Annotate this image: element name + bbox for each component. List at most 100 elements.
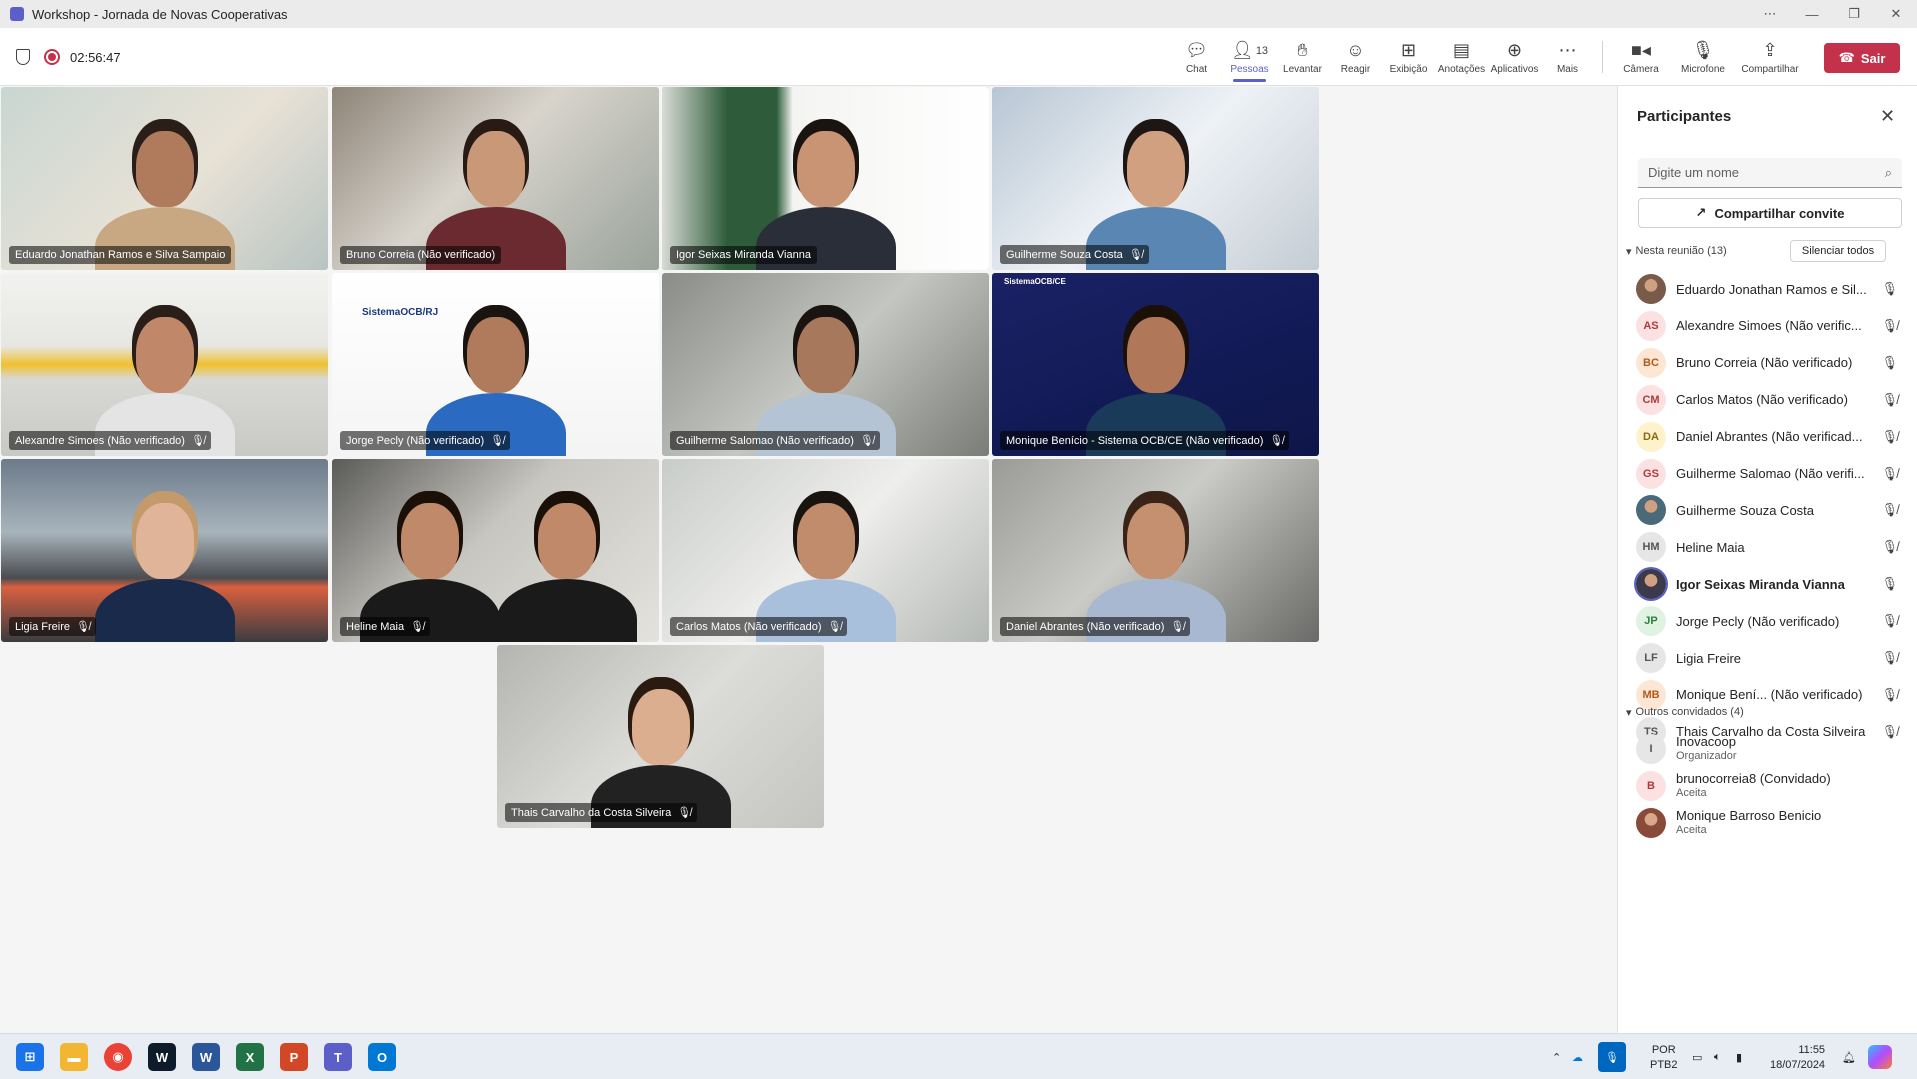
start-icon[interactable]: ⊞ [16,1043,44,1071]
panel-title: Participantes [1637,108,1732,125]
file-explorer-icon[interactable]: ▬ [60,1043,88,1071]
people-button[interactable]: 👤︎ 13 Pessoas [1223,28,1276,86]
in-meeting-section[interactable]: ▾ Nesta reunião (13) [1626,241,1727,261]
participant-row[interactable]: LF Ligia Freire 🎙︎̸ [1636,640,1906,676]
apps-button[interactable]: ⊕ Aplicativos [1488,28,1541,86]
mic-muted-icon: 🎙︎̸ [190,435,205,447]
excel-icon[interactable]: X [236,1043,264,1071]
more-label: Mais [1556,63,1579,75]
react-button[interactable]: ☺ Reagir [1329,28,1382,86]
video-tile[interactable]: Carlos Matos (Não verificado) 🎙︎̸ [662,459,989,642]
video-tile[interactable]: Igor Seixas Miranda Vianna [662,87,989,270]
more-button[interactable]: ⋯ Mais [1541,28,1594,86]
outlook-icon[interactable]: O [368,1043,396,1071]
mic-muted-icon: 🎙︎̸ [677,807,692,819]
invited-row[interactable]: I Inovacoop Organizador [1636,731,1906,767]
video-tile[interactable]: Eduardo Jonathan Ramos e Silva Sampaio [1,87,328,270]
webex-icon[interactable]: W [148,1043,176,1071]
video-tile[interactable]: Alexandre Simoes (Não verificado) 🎙︎̸ [1,273,328,456]
close-panel-icon[interactable]: ✕ [1880,106,1895,127]
mic-muted-icon: 🎙︎̸ [827,621,842,633]
avatar: B [1636,771,1666,801]
video-tile[interactable]: Guilherme Salomao (Não verificado) 🎙︎̸ [662,273,989,456]
participant-row[interactable]: BC Bruno Correia (Não verificado) 🎙︎ [1636,345,1906,381]
participant-video [135,503,194,579]
invited-name: brunocorreia8 (Convidado) [1676,772,1831,786]
search-icon: ⌕ [1884,164,1892,180]
video-tile[interactable]: Heline Maia 🎙︎̸ [332,459,659,642]
participant-list-name: Ligia Freire [1676,650,1742,666]
participant-name-tag: Guilherme Souza Costa 🎙︎̸ [1000,245,1149,264]
mic-muted-icon: 🎙︎̸ [410,621,425,633]
shield-icon[interactable] [16,49,30,65]
participant-list-name: Carlos Matos (Não verificado) [1676,392,1848,408]
video-tile[interactable]: Thais Carvalho da Costa Silveira 🎙︎̸ [497,645,824,828]
powerpoint-icon[interactable]: P [280,1043,308,1071]
chevron-down-icon: ▾ [1626,245,1632,258]
avatar [1636,495,1666,526]
chevron-down-icon: ▾ [1626,706,1632,719]
participant-row[interactable]: Guilherme Souza Costa 🎙︎̸ [1636,492,1906,528]
video-tile[interactable]: SistemaOCB/CE Monique Benício - Sistema O… [992,273,1319,456]
clock[interactable]: 11:55 18/07/2024 [1770,1043,1825,1073]
participant-video [1126,131,1185,207]
mute-all-button[interactable]: Silenciar todos [1790,240,1886,262]
onedrive-icon[interactable]: ☁ [1572,1051,1598,1064]
microphone-button[interactable]: 🎙︎ Microfone [1671,28,1735,86]
participant-name-tag: Ligia Freire 🎙︎̸ [9,617,96,636]
quick-settings[interactable]: ▭ 🔈︎ ▮ [1692,1034,1758,1079]
video-grid: Eduardo Jonathan Ramos e Silva Sampaio Br… [0,86,1617,1033]
close-window-button[interactable]: ✕ [1875,0,1917,28]
invited-status: Aceita [1676,824,1707,836]
people-icon: 👤︎ 13 [1230,40,1269,60]
participant-row[interactable]: GS Guilherme Salomao (Não verifi... 🎙︎̸ [1636,456,1906,492]
people-count: 13 [1255,44,1269,57]
participant-row[interactable]: DA Daniel Abrantes (Não verificad... 🎙︎̸ [1636,419,1906,455]
video-tile[interactable]: Guilherme Souza Costa 🎙︎̸ [992,87,1319,270]
leave-label: Sair [1860,50,1886,66]
view-button[interactable]: ⊞ Exibição [1382,28,1435,86]
participant-row[interactable]: CM Carlos Matos (Não verificado) 🎙︎̸ [1636,382,1906,418]
participant-row[interactable]: Igor Seixas Miranda Vianna 🎙︎ [1636,566,1906,602]
recording-icon [44,49,60,65]
system-tray: ⌃ ☁ 🎙︎ [1552,1034,1626,1079]
word-icon[interactable]: W [192,1043,220,1071]
toolbar-divider [1602,41,1603,73]
avatar: CM [1636,384,1666,415]
chat-button[interactable]: 💬︎ Chat [1170,28,1223,86]
mic-in-use-icon[interactable]: 🎙︎ [1598,1042,1626,1072]
participant-row[interactable]: HM Heline Maia 🎙︎̸ [1636,529,1906,565]
mic-muted-icon: 🎙︎̸ [490,435,505,447]
notes-icon: ▤ [1452,40,1470,60]
video-tile[interactable]: Ligia Freire 🎙︎̸ [1,459,328,642]
more-options-icon[interactable]: ⋯ [1749,0,1791,28]
search-input[interactable]: Digite um nome ⌕ [1638,158,1902,188]
people-label: Pessoas [1230,63,1269,75]
language-indicator[interactable]: POR PTB2 [1650,1043,1678,1073]
invited-row[interactable]: Bbrunocorreia8 (Convidado) Aceita [1636,768,1906,804]
chevron-up-icon[interactable]: ⌃ [1552,1051,1572,1064]
video-tile[interactable]: Daniel Abrantes (Não verificado) 🎙︎̸ [992,459,1319,642]
video-tile[interactable]: Bruno Correia (Não verificado) [332,87,659,270]
copilot-icon[interactable] [1868,1045,1892,1069]
camera-button[interactable]: ■◂ Câmera [1611,28,1671,86]
avatar: I [1636,734,1666,764]
others-section[interactable]: ▾ Outros convidados (4) [1626,702,1744,722]
participant-row[interactable]: AS Alexandre Simoes (Não verific... 🎙︎̸ [1636,308,1906,344]
minimize-button[interactable]: — [1791,0,1833,28]
notes-button[interactable]: ▤ Anotações [1435,28,1488,86]
restore-button[interactable]: ❐ [1833,0,1875,28]
invited-row[interactable]: Monique Barroso Benicio Aceita [1636,805,1906,841]
share-button[interactable]: ⇪ Compartilhar [1735,28,1805,86]
participant-name: Guilherme Souza Costa [1006,248,1123,261]
raise-hand-button[interactable]: ✋︎ Levantar [1276,28,1329,86]
participant-row[interactable]: Eduardo Jonathan Ramos e Sil... 🎙︎ [1636,271,1906,307]
participant-row[interactable]: JP Jorge Pecly (Não verificado) 🎙︎̸ [1636,603,1906,639]
teams-icon[interactable]: T [324,1043,352,1071]
bell-icon[interactable]: 🔔︎ [1842,1051,1868,1064]
leave-button[interactable]: ☎ Sair [1824,43,1900,73]
participants-panel: Participantes ✕ Digite um nome ⌕ ↗ Compa… [1617,86,1917,1033]
chrome-icon[interactable]: ◉ [104,1043,132,1071]
share-invite-button[interactable]: ↗ Compartilhar convite [1638,198,1902,228]
video-tile[interactable]: SistemaOCB/RJ Jorge Pecly (Não verificado… [332,273,659,456]
